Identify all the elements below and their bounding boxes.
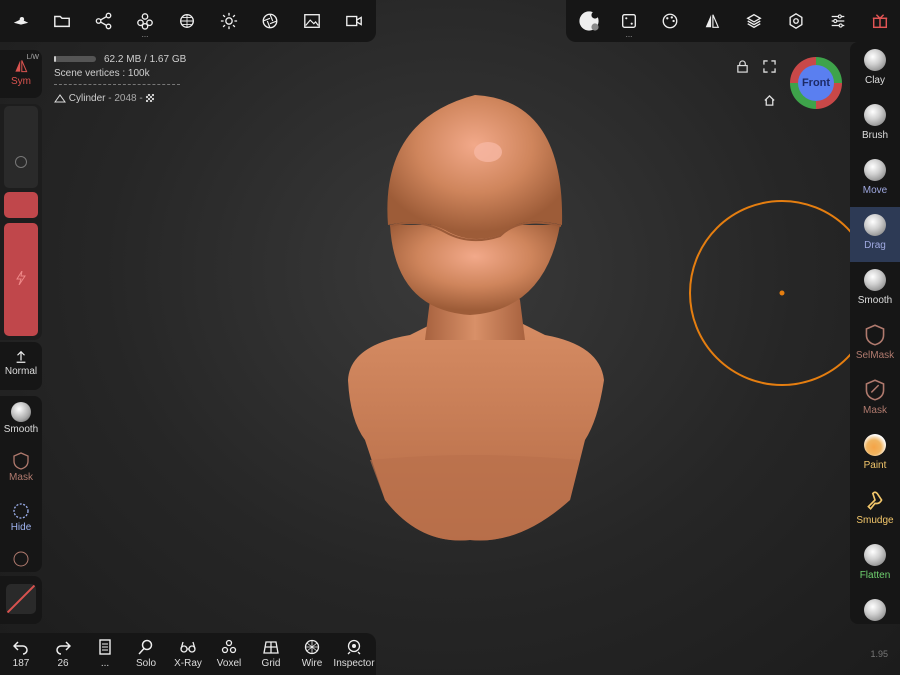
head-highlight xyxy=(474,142,502,162)
tool-clay[interactable]: Clay xyxy=(850,42,900,97)
tool-label: Paint xyxy=(863,460,887,471)
mask-quick-label: Mask xyxy=(9,472,33,483)
hide-quick-button[interactable]: Hide xyxy=(0,502,42,533)
grid-icon xyxy=(263,641,279,654)
tool-label: SelMask xyxy=(855,350,895,361)
undo-icon xyxy=(13,641,28,655)
tool-paint[interactable]: Paint xyxy=(850,427,900,482)
next-tool-icon xyxy=(864,599,886,621)
bottom-toolbar: 187 26 ... Solo X-Ray Voxel Grid Wire In… xyxy=(0,633,376,675)
more-label: ... xyxy=(100,658,110,669)
tool-label: Drag xyxy=(864,240,886,251)
brush-icon xyxy=(864,104,886,126)
no-color-icon xyxy=(6,584,36,614)
tool-smooth[interactable]: Smooth xyxy=(850,262,900,317)
head xyxy=(387,95,563,239)
search-icon xyxy=(138,639,153,655)
xray-label: X-Ray xyxy=(174,658,202,669)
inspector-button[interactable]: Inspector xyxy=(333,637,375,669)
inspector-icon xyxy=(347,639,361,655)
intensity-slider[interactable] xyxy=(4,223,38,336)
wire-button[interactable]: Wire xyxy=(292,637,332,669)
redo-count: 26 xyxy=(57,658,69,669)
tool-mask[interactable]: Mask xyxy=(850,372,900,427)
smooth-icon xyxy=(11,402,31,422)
tool-move[interactable]: Move xyxy=(850,152,900,207)
radius-slider-fill[interactable] xyxy=(4,192,38,218)
wire-icon xyxy=(304,639,320,655)
tool-selmask[interactable]: SelMask xyxy=(850,317,900,372)
extra-tool-button[interactable] xyxy=(0,550,42,570)
drag-icon xyxy=(864,214,886,236)
mask-icon xyxy=(13,452,29,470)
voxel-icon xyxy=(221,639,237,654)
mask-quick-button[interactable]: Mask xyxy=(0,452,42,483)
color-swatch[interactable] xyxy=(6,584,36,614)
lightning-icon xyxy=(16,271,26,285)
clay-icon xyxy=(864,49,886,71)
voxel-label: Voxel xyxy=(216,658,242,669)
normal-panel: Normal xyxy=(0,342,42,390)
undo-button[interactable]: 187 xyxy=(1,637,41,669)
undo-count: 187 xyxy=(12,658,30,669)
redo-icon xyxy=(56,641,71,655)
solo-label: Solo xyxy=(135,658,156,669)
selmask-icon xyxy=(865,324,885,346)
tool-label: Brush xyxy=(861,130,889,141)
slider-panel xyxy=(0,104,42,340)
tool-label: Move xyxy=(862,185,888,196)
hide-icon xyxy=(13,503,29,519)
tool-sidebar: Clay Brush Move Drag Smooth SelMask Mask… xyxy=(850,42,900,624)
sym-badge: L/W xyxy=(26,54,39,61)
more-button[interactable]: ... xyxy=(85,637,125,669)
grid-button[interactable]: Grid xyxy=(251,637,291,669)
smooth-icon xyxy=(864,269,886,291)
wire-label: Wire xyxy=(301,658,323,669)
hide-quick-label: Hide xyxy=(10,522,32,533)
smooth-quick-button[interactable]: Smooth xyxy=(0,402,42,435)
paint-icon xyxy=(864,434,886,456)
document-icon xyxy=(99,639,111,655)
tool-next[interactable] xyxy=(850,592,900,624)
sym-label: Sym xyxy=(11,76,31,87)
torso-bottom xyxy=(370,455,580,541)
sym-button[interactable]: Sym L/W xyxy=(0,54,42,87)
radius-icon xyxy=(15,156,27,168)
smudge-icon xyxy=(867,491,883,511)
normal-button[interactable]: Normal xyxy=(0,350,42,377)
move-icon xyxy=(864,159,886,181)
inspector-label: Inspector xyxy=(333,658,375,669)
tool-label: Flatten xyxy=(859,570,891,581)
glasses-icon xyxy=(180,641,196,653)
solo-button[interactable]: Solo xyxy=(126,637,166,669)
tool-smudge[interactable]: Smudge xyxy=(850,482,900,537)
mask-icon xyxy=(865,379,885,401)
target-icon xyxy=(13,551,29,567)
radius-slider[interactable] xyxy=(4,106,38,188)
normal-label: Normal xyxy=(4,366,38,377)
tool-brush[interactable]: Brush xyxy=(850,97,900,152)
grid-label: Grid xyxy=(261,658,281,669)
quick-tools-panel: Smooth Mask Hide xyxy=(0,396,42,572)
tool-label: Smooth xyxy=(857,295,893,306)
voxel-button[interactable]: Voxel xyxy=(209,637,249,669)
version-label: 1.95 xyxy=(870,649,888,659)
color-panel xyxy=(0,576,42,624)
tool-label: Mask xyxy=(863,405,887,416)
sym-panel: Sym L/W xyxy=(0,50,42,98)
tool-flatten[interactable]: Flatten xyxy=(850,537,900,592)
upload-icon xyxy=(16,350,26,363)
tool-label: Smudge xyxy=(856,515,894,526)
xray-button[interactable]: X-Ray xyxy=(168,637,208,669)
flatten-icon xyxy=(864,544,886,566)
tool-drag[interactable]: Drag xyxy=(850,207,900,262)
smooth-quick-label: Smooth xyxy=(3,424,39,435)
tool-label: Clay xyxy=(864,75,885,86)
redo-button[interactable]: 26 xyxy=(43,637,83,669)
